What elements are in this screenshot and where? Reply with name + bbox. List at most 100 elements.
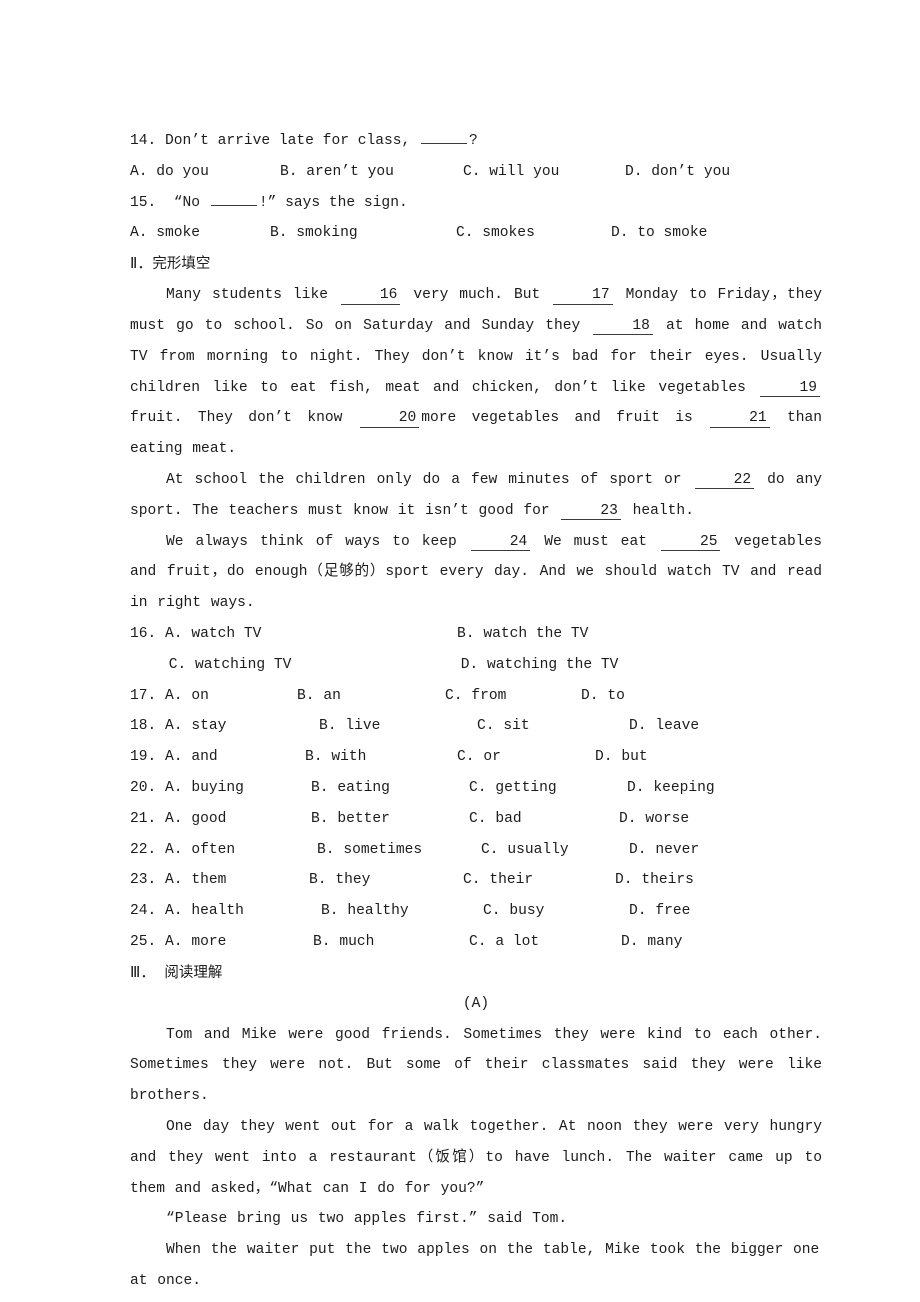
cloze-blank-17[interactable]: 17 bbox=[553, 287, 613, 305]
cloze-question-20-option-a[interactable]: A. buying bbox=[165, 773, 311, 804]
cloze-question-24-option-b[interactable]: B. healthy bbox=[321, 896, 483, 927]
cloze-question-18-option-c[interactable]: C. sit bbox=[477, 711, 629, 742]
cloze-question-21-option-b[interactable]: B. better bbox=[311, 804, 469, 835]
cloze-question-25-row: 25. A. more B. much C. a lot D. many bbox=[130, 927, 822, 958]
reading-paragraph-3: “Please bring us two apples first.” said… bbox=[166, 1211, 568, 1228]
cloze-question-16-option-b[interactable]: B. watch the TV bbox=[457, 619, 588, 650]
cloze-text: Many students like bbox=[166, 287, 339, 304]
cloze-question-21-option-c[interactable]: C. bad bbox=[469, 804, 619, 835]
cloze-question-25-option-d[interactable]: D. many bbox=[621, 927, 682, 958]
cloze-blank-16[interactable]: 16 bbox=[340, 287, 401, 305]
question-14-stem: 14. Don’t arrive late for class, ? bbox=[130, 126, 822, 157]
cloze-paragraph-2: At school the children only do a few min… bbox=[130, 465, 822, 527]
cloze-question-18-option-b[interactable]: B. live bbox=[319, 711, 477, 742]
cloze-question-23-option-a[interactable]: A. them bbox=[165, 865, 309, 896]
cloze-question-21-row: 21. A. good B. better C. bad D. worse bbox=[130, 804, 822, 835]
cloze-question-19-option-d[interactable]: D. but bbox=[595, 742, 648, 773]
cloze-blank-25[interactable]: 25 bbox=[660, 534, 721, 551]
cloze-question-18-option-a[interactable]: A. stay bbox=[165, 711, 319, 742]
cloze-question-22-option-c[interactable]: C. usually bbox=[481, 835, 629, 866]
question-14-option-d[interactable]: D. don’t you bbox=[625, 157, 730, 188]
cloze-question-21-option-d[interactable]: D. worse bbox=[619, 804, 689, 835]
question-14-option-a[interactable]: A. do you bbox=[130, 157, 280, 188]
cloze-question-24-option-c[interactable]: C. busy bbox=[483, 896, 629, 927]
cloze-question-22-number: 22. bbox=[130, 841, 157, 858]
cloze-question-22-row: 22. A. often B. sometimes C. usually D. nev… bbox=[130, 835, 822, 866]
cloze-text: At school the children only do a few min… bbox=[166, 471, 693, 488]
cloze-question-22-option-b[interactable]: B. sometimes bbox=[317, 835, 481, 866]
question-15-blank[interactable] bbox=[210, 204, 257, 206]
cloze-question-24-number: 24. bbox=[130, 903, 157, 920]
cloze-question-18-number: 18. bbox=[130, 718, 157, 735]
cloze-blank-21[interactable]: 21 bbox=[710, 411, 770, 428]
section-three-title: 阅读理解 bbox=[164, 964, 223, 981]
page-content: 14. Don’t arrive late for class, ? A. do… bbox=[130, 126, 822, 1297]
cloze-question-24-option-a[interactable]: A. health bbox=[165, 896, 321, 927]
cloze-question-23-option-c[interactable]: C. their bbox=[463, 865, 615, 896]
cloze-question-25-option-c[interactable]: C. a lot bbox=[469, 927, 621, 958]
cloze-question-25-option-a[interactable]: A. more bbox=[165, 927, 313, 958]
cloze-question-17-number: 17. bbox=[130, 687, 157, 704]
cloze-question-17-option-a[interactable]: A. on bbox=[165, 681, 297, 712]
cloze-question-17-option-b[interactable]: B. an bbox=[297, 681, 445, 712]
cloze-question-19-option-c[interactable]: C. or bbox=[457, 742, 595, 773]
question-15-stem: 15. “No !” says the sign. bbox=[130, 188, 822, 219]
cloze-question-17-option-c[interactable]: C. from bbox=[445, 681, 581, 712]
cloze-blank-23[interactable]: 23 bbox=[561, 503, 621, 521]
cloze-question-17-option-d[interactable]: D. to bbox=[581, 681, 625, 712]
reading-paragraph-1: Tom and Mike were good friends. Sometime… bbox=[130, 1026, 822, 1105]
question-14-option-b[interactable]: B. aren’t you bbox=[280, 157, 463, 188]
cloze-blank-18[interactable]: 18 bbox=[593, 318, 653, 336]
cloze-question-22-option-a[interactable]: A. often bbox=[165, 835, 317, 866]
question-14-stem-after: ? bbox=[469, 133, 478, 149]
cloze-question-23-option-d[interactable]: D. theirs bbox=[615, 865, 694, 896]
cloze-blank-24[interactable]: 24 bbox=[470, 534, 531, 551]
section-three-numeral: Ⅲ． bbox=[130, 964, 156, 982]
question-15-option-d[interactable]: D. to smoke bbox=[611, 218, 707, 249]
question-15-option-c[interactable]: C. smokes bbox=[456, 218, 611, 249]
question-14-number: 14. bbox=[130, 133, 157, 149]
cloze-text: fruit. They don’t know bbox=[130, 410, 358, 427]
cloze-question-24-option-d[interactable]: D. free bbox=[629, 896, 690, 927]
question-15-stem-after: !” says the sign. bbox=[258, 194, 408, 211]
cloze-blank-20[interactable]: 20 bbox=[359, 411, 420, 428]
reading-paragraph-4: When the waiter put the two apples on th… bbox=[130, 1242, 820, 1289]
cloze-question-25-option-b[interactable]: B. much bbox=[313, 927, 469, 958]
cloze-blank-22[interactable]: 22 bbox=[694, 472, 755, 490]
cloze-text: health. bbox=[622, 502, 694, 519]
cloze-question-21-option-a[interactable]: A. good bbox=[165, 804, 311, 835]
cloze-question-20-option-d[interactable]: D. keeping bbox=[627, 773, 715, 804]
cloze-text: We always think of ways to keep bbox=[166, 533, 469, 550]
section-two-heading: Ⅱ．完形填空 bbox=[130, 249, 822, 280]
worksheet-page: 14. Don’t arrive late for class, ? A. do… bbox=[0, 0, 920, 1302]
cloze-question-16-option-d[interactable]: D. watching the TV bbox=[461, 650, 619, 681]
cloze-text: more vegetables and fruit is bbox=[421, 410, 709, 427]
cloze-question-22-option-d[interactable]: D. never bbox=[629, 835, 699, 866]
cloze-question-20-option-b[interactable]: B. eating bbox=[311, 773, 469, 804]
question-14-options: A. do you B. aren’t you C. will you D. don’… bbox=[130, 157, 822, 188]
cloze-question-20-row: 20. A. buying B. eating C. getting D. keepi… bbox=[130, 773, 822, 804]
cloze-text: We must eat bbox=[532, 533, 659, 550]
question-15-stem-before: “No bbox=[173, 194, 209, 211]
cloze-text: very much. But bbox=[402, 287, 552, 304]
cloze-question-17-row: 17. A. on B. an C. from D. to bbox=[130, 681, 822, 712]
cloze-question-21-number: 21. bbox=[130, 810, 157, 827]
cloze-question-16-option-a[interactable]: A. watch TV bbox=[165, 619, 457, 650]
cloze-question-16-row1: 16. A. watch TV B. watch the TV bbox=[130, 619, 822, 650]
cloze-question-19-option-a[interactable]: A. and bbox=[165, 742, 305, 773]
cloze-blank-19[interactable]: 19 bbox=[760, 380, 820, 397]
cloze-question-19-option-b[interactable]: B. with bbox=[305, 742, 457, 773]
cloze-question-18-option-d[interactable]: D. leave bbox=[629, 711, 699, 742]
question-14-blank[interactable] bbox=[421, 143, 468, 144]
question-15-option-b[interactable]: B. smoking bbox=[270, 218, 456, 249]
cloze-question-25-number: 25. bbox=[130, 933, 157, 950]
cloze-question-23-option-b[interactable]: B. they bbox=[309, 865, 463, 896]
question-15-options: A. smoke B. smoking C. smokes D. to smoke bbox=[130, 218, 822, 249]
question-15-option-a[interactable]: A. smoke bbox=[130, 218, 270, 249]
cloze-question-20-option-c[interactable]: C. getting bbox=[469, 773, 627, 804]
cloze-question-16-option-c[interactable]: C. watching TV bbox=[169, 650, 461, 681]
cloze-question-16-number: 16. bbox=[130, 625, 157, 642]
cloze-question-16-row2: C. watching TV D. watching the TV bbox=[130, 650, 822, 681]
question-14-option-c[interactable]: C. will you bbox=[463, 157, 625, 188]
cloze-question-23-number: 23. bbox=[130, 872, 157, 889]
